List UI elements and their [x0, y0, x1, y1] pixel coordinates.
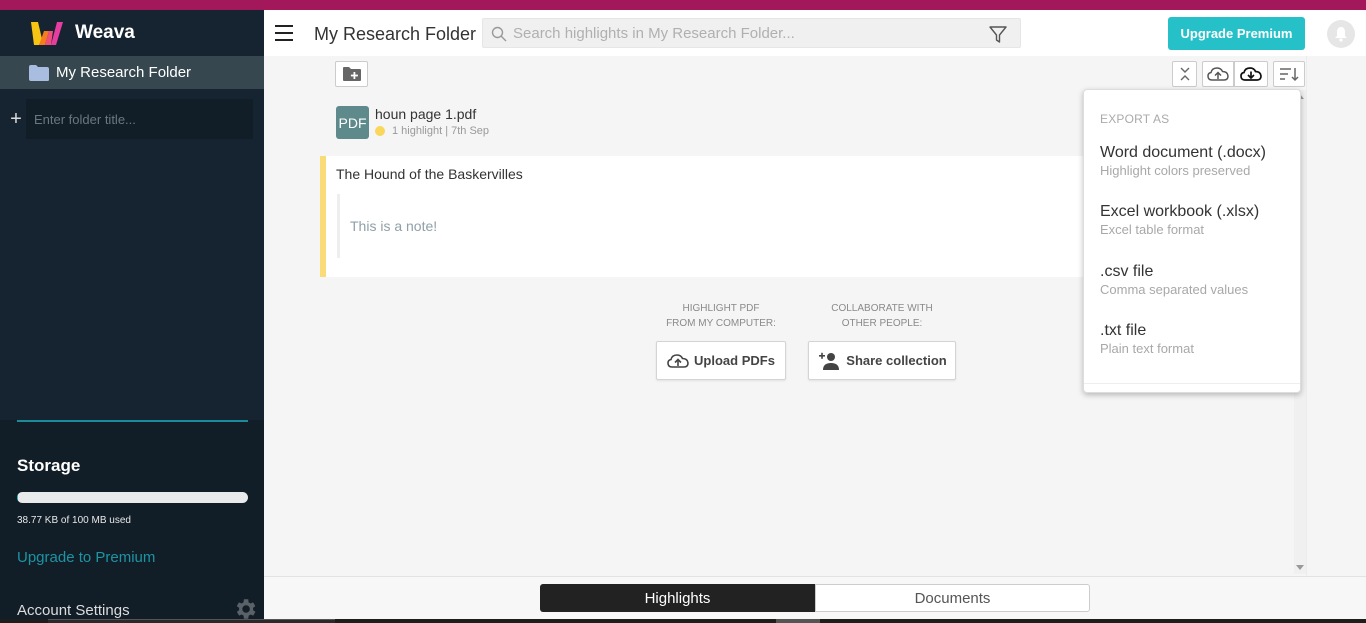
collapse-button[interactable]	[1172, 61, 1197, 87]
export-item-title: .csv file	[1100, 263, 1154, 280]
taskbar-segment	[48, 619, 335, 623]
taskbar-segment	[776, 619, 820, 623]
collapse-icon	[1180, 67, 1189, 81]
add-folder-button[interactable]	[335, 61, 368, 87]
storage-progress-bar	[17, 492, 248, 503]
export-item-title: Excel workbook (.xlsx)	[1100, 203, 1260, 220]
window-top-strip	[0, 0, 1366, 10]
document-meta: 1 highlight | 7th Sep	[375, 125, 489, 137]
sort-button[interactable]	[1273, 61, 1305, 87]
export-button[interactable]	[1234, 61, 1268, 87]
export-item-title: Word document (.docx)	[1100, 144, 1266, 161]
cloud-upload-icon	[1207, 67, 1229, 81]
sidebar-folder-my-research-folder[interactable]: My Research Folder	[0, 56, 264, 89]
taskbar-strip	[0, 619, 1366, 623]
document-item[interactable]: PDF houn page 1.pdf 1 highlight | 7th Se…	[336, 106, 489, 139]
filter-icon[interactable]	[988, 24, 1008, 44]
top-header: My Research Folder Upgrade Premium	[264, 10, 1366, 56]
export-item-xlsx[interactable]: Excel workbook (.xlsx) Excel table forma…	[1100, 203, 1259, 237]
export-item-subtitle: Highlight colors preserved	[1100, 163, 1251, 178]
divider	[1084, 383, 1300, 384]
export-item-docx[interactable]: Word document (.docx) Highlight colors p…	[1100, 144, 1266, 178]
highlight-color-dot	[375, 126, 385, 136]
plus-icon[interactable]: +	[6, 109, 26, 129]
folder-plus-icon	[342, 67, 361, 81]
document-name[interactable]: houn page 1.pdf	[375, 106, 489, 122]
scroll-down-arrow[interactable]	[1296, 565, 1304, 570]
bottom-tab-bar: Highlights Documents	[264, 576, 1366, 619]
export-item-subtitle: Excel table format	[1100, 222, 1205, 237]
hamburger-icon[interactable]	[275, 25, 293, 41]
export-item-csv[interactable]: .csv file Comma separated values	[1100, 263, 1248, 297]
folder-icon	[29, 64, 49, 81]
upgrade-premium-button[interactable]: Upgrade Premium	[1168, 17, 1305, 50]
note-block[interactable]: This is a note!	[337, 194, 1037, 258]
storage-used-text: 38.77 KB of 100 MB used	[17, 515, 131, 526]
highlight-text: The Hound of the Baskervilles	[336, 166, 523, 182]
bell-icon	[1335, 27, 1347, 42]
divider	[17, 420, 248, 422]
export-item-subtitle: Plain text format	[1100, 341, 1194, 356]
export-dropdown: EXPORT AS Word document (.docx) Highligh…	[1083, 89, 1301, 393]
export-item-txt[interactable]: .txt file Plain text format	[1100, 322, 1194, 356]
brand-name: Weava	[75, 22, 135, 43]
right-gutter	[1306, 56, 1366, 576]
share-cta-label: COLLABORATE WITH OTHER PEOPLE:	[808, 301, 956, 331]
share-cta-label-line1: COLLABORATE WITH	[831, 303, 933, 314]
export-item-title: .txt file	[1100, 322, 1147, 339]
sidebar-footer: Storage 38.77 KB of 100 MB used Upgrade …	[0, 420, 264, 619]
account-settings-link[interactable]: Account Settings	[17, 602, 130, 619]
new-folder-row: +	[0, 99, 264, 139]
share-collection-button[interactable]: Share collection	[808, 341, 956, 380]
storage-title: Storage	[17, 456, 81, 475]
upload-cta-label-line2: FROM MY COMPUTER:	[666, 318, 776, 329]
upload-pdfs-label: Upload PDFs	[694, 353, 775, 368]
folder-title-input[interactable]	[26, 99, 253, 139]
export-item-subtitle: Comma separated values	[1100, 282, 1249, 297]
folder-label: My Research Folder	[56, 64, 192, 81]
tab-documents[interactable]: Documents	[815, 584, 1090, 612]
notification-button[interactable]	[1327, 20, 1355, 48]
share-collection-label: Share collection	[846, 353, 947, 368]
cloud-upload-icon	[667, 353, 689, 368]
document-meta-text: 1 highlight | 7th Sep	[392, 125, 490, 137]
note-text: This is a note!	[350, 218, 438, 234]
brand: Weava	[0, 10, 264, 56]
search-input[interactable]	[513, 19, 973, 47]
share-cta-label-line2: OTHER PEOPLE:	[841, 318, 923, 329]
upload-cta-label-line1: HIGHLIGHT PDF	[682, 303, 760, 314]
sidebar: Weava My Research Folder + Storage 38.77…	[0, 10, 264, 619]
upload-button[interactable]	[1202, 61, 1234, 87]
upload-pdfs-button[interactable]: Upload PDFs	[656, 341, 786, 380]
search-icon	[491, 26, 507, 42]
document-info: houn page 1.pdf 1 highlight | 7th Sep	[375, 106, 489, 139]
upload-cta-label: HIGHLIGHT PDF FROM MY COMPUTER:	[656, 301, 786, 331]
sort-icon	[1280, 68, 1299, 82]
tab-highlights[interactable]: Highlights	[540, 584, 815, 612]
page-title: My Research Folder	[314, 24, 477, 44]
export-heading: EXPORT AS	[1100, 112, 1170, 126]
add-person-icon	[819, 352, 840, 370]
highlight-card[interactable]: The Hound of the Baskervilles This is a …	[320, 156, 1100, 277]
weava-logo-icon	[31, 22, 63, 45]
search-box	[482, 18, 1021, 48]
pdf-icon: PDF	[336, 106, 369, 139]
cloud-download-icon	[1240, 67, 1262, 81]
upgrade-to-premium-link[interactable]: Upgrade to Premium	[17, 549, 155, 566]
